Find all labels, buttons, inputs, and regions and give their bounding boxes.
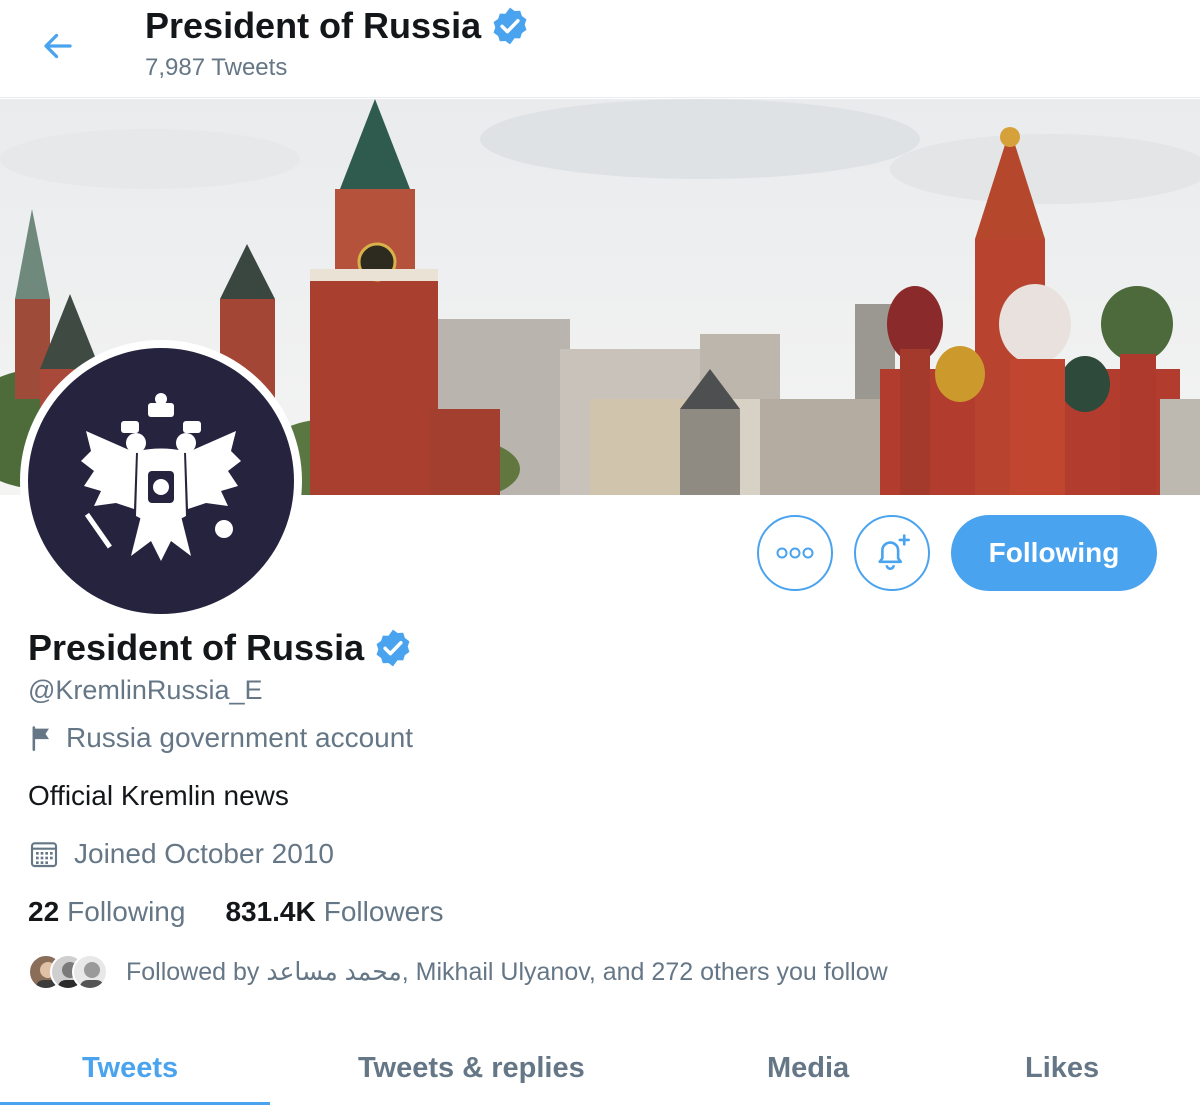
tab-tweets-and-replies[interactable]: Tweets & replies xyxy=(358,1052,585,1085)
verified-badge-icon xyxy=(376,629,410,667)
following-button[interactable]: Following xyxy=(951,515,1157,591)
tab-likes[interactable]: Likes xyxy=(1025,1052,1099,1085)
flag-icon xyxy=(32,726,49,751)
profile-joined-text: Joined October 2010 xyxy=(74,838,334,869)
following-label: Following xyxy=(67,896,186,927)
profile-avatar[interactable] xyxy=(20,340,302,622)
notifications-button[interactable] xyxy=(854,515,930,591)
followers-label: Followers xyxy=(323,896,444,927)
profile-account-label[interactable]: Russia government account xyxy=(28,722,413,754)
tab-tweets[interactable]: Tweets xyxy=(82,1052,178,1085)
header-title: President of Russia xyxy=(145,5,482,46)
verified-badge-icon xyxy=(493,7,527,45)
profile-handle: @KremlinRussia_E xyxy=(28,675,263,705)
double-headed-eagle-emblem-icon xyxy=(81,393,241,561)
calendar-icon xyxy=(30,842,58,868)
followed-by-text: Followed by محمد مساعد, Mikhail Ulyanov,… xyxy=(126,958,888,986)
profile-stats: 22 Following 831.4K Followers xyxy=(28,896,444,928)
following-stat-link[interactable]: 22 Following xyxy=(28,896,185,928)
header-tweet-count: 7,987 Tweets xyxy=(145,54,288,81)
followed-by-row[interactable]: Followed by محمد مساعد, Mikhail Ulyanov,… xyxy=(28,952,888,992)
profile-account-label-text: Russia government account xyxy=(66,722,414,753)
following-count: 22 xyxy=(28,896,60,927)
header-title-row: President of Russia xyxy=(145,4,531,48)
more-options-button[interactable] xyxy=(757,515,833,591)
profile-tabs: Tweets Tweets & replies Media Likes xyxy=(0,1040,1200,1105)
avatar-image xyxy=(28,348,294,614)
more-options-icon xyxy=(776,547,814,559)
profile-name-row: President of Russia xyxy=(28,626,414,670)
profile-joined: Joined October 2010 xyxy=(28,838,334,870)
back-button[interactable] xyxy=(30,22,86,70)
arrow-left-icon xyxy=(44,33,72,59)
followers-count: 831.4K xyxy=(225,896,316,927)
notification-bell-plus-icon xyxy=(878,534,910,571)
tab-media[interactable]: Media xyxy=(767,1052,849,1085)
profile-name: President of Russia xyxy=(28,627,365,668)
follower-avatars xyxy=(28,952,108,992)
follower-avatar xyxy=(72,954,108,990)
followers-stat-link[interactable]: 831.4K Followers xyxy=(225,896,443,928)
profile-header: President of Russia 7,987 Tweets xyxy=(0,0,1200,98)
profile-bio: Official Kremlin news xyxy=(28,780,289,811)
